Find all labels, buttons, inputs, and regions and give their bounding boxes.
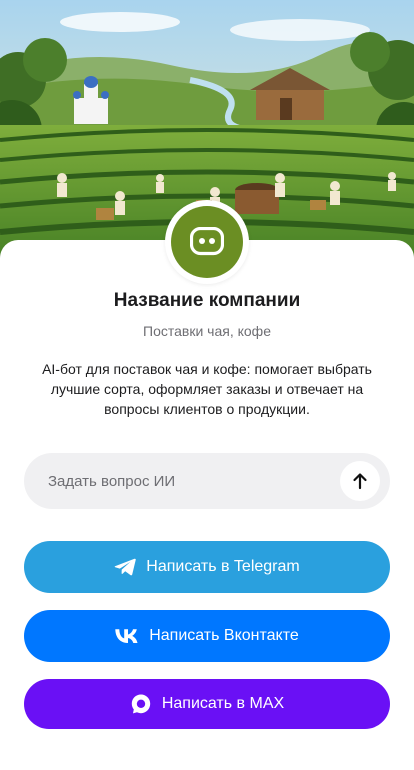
bot-icon (190, 227, 224, 256)
max-icon (130, 693, 152, 715)
avatar-circle (171, 206, 243, 278)
telegram-button[interactable]: Написать в Telegram (24, 541, 390, 593)
vk-button-label: Написать Вконтакте (149, 627, 299, 644)
page: Название компании Поставки чая, кофе AI-… (0, 0, 414, 770)
company-avatar (165, 200, 249, 284)
ask-ai-box (24, 453, 390, 509)
vk-button[interactable]: Написать Вконтакте (24, 610, 390, 662)
company-subtitle: Поставки чая, кофе (143, 323, 271, 339)
max-button[interactable]: Написать в MAX (24, 679, 390, 729)
company-description: AI-бот для поставок чая и кофе: помогает… (42, 361, 372, 417)
telegram-button-label: Написать в Telegram (146, 558, 300, 575)
company-name: Название компании (113, 290, 301, 311)
arrow-up-icon (353, 473, 367, 490)
max-button-label: Написать в MAX (161, 695, 285, 712)
telegram-icon (114, 558, 137, 576)
vk-icon (115, 629, 139, 643)
ask-ai-input[interactable] (48, 453, 348, 509)
send-button[interactable] (340, 461, 380, 501)
